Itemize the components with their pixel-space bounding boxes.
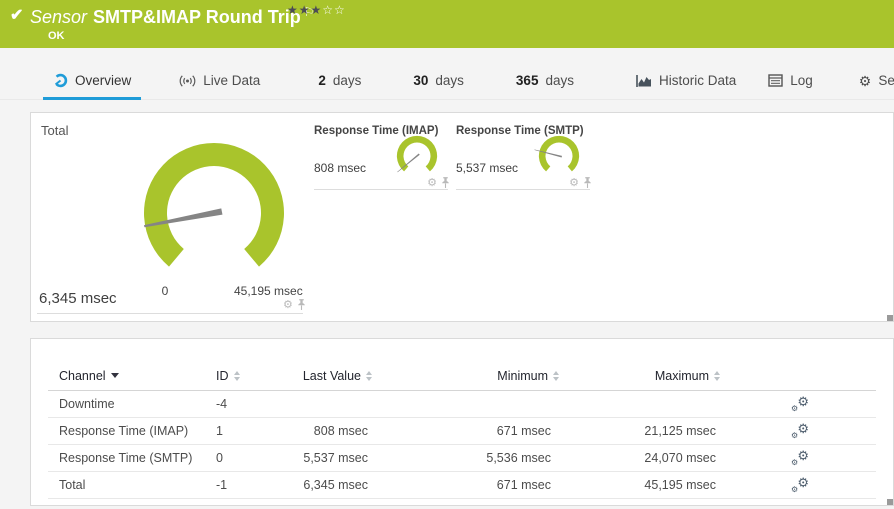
column-header-minimum[interactable]: Minimum [372, 369, 559, 383]
column-header-last-value[interactable]: Last Value [301, 369, 372, 383]
tab-label: Log [790, 73, 813, 88]
channel-settings-gears-icon[interactable]: ⚙ ⚙ [791, 449, 809, 467]
cell-last-value: 6,345 msec [303, 478, 368, 492]
divider [37, 313, 303, 314]
priority-stars-filled: ★★★ [287, 3, 323, 17]
table-header-row: Channel ID Last Value Minimum Maximum [48, 361, 876, 391]
priority-stars[interactable]: ★★★☆☆ [287, 3, 346, 17]
tab-label: days [435, 73, 464, 88]
pin-icon[interactable] [441, 177, 450, 189]
smtp-gauge-value: 5,537 msec [456, 161, 519, 175]
sort-icon [714, 370, 720, 381]
cell-last-value: 5,537 msec [303, 451, 368, 465]
cell-id: -1 [216, 478, 228, 492]
cell-minimum: 671 msec [496, 478, 551, 492]
sort-desc-icon [110, 373, 119, 378]
imap-gauge-value: 808 msec [314, 161, 367, 175]
priority-stars-empty: ☆☆ [322, 3, 346, 17]
cell-minimum: 671 msec [496, 424, 551, 438]
tab-2-days[interactable]: 2 days [308, 65, 371, 100]
table-row-response-time-smtp[interactable]: Response Time (SMTP) 0 5,537 msec 5,536 … [48, 445, 876, 472]
table-row-total[interactable]: Total -1 6,345 msec 671 msec 45,195 msec… [48, 472, 876, 499]
total-gauge [143, 142, 284, 267]
tab-label: Settings [878, 73, 894, 88]
tab-label: Historic Data [658, 73, 737, 88]
column-header-id[interactable]: ID [216, 369, 301, 383]
tab-number: 30 [413, 73, 429, 88]
cell-maximum: 21,125 msec [644, 424, 716, 438]
panel-resize-handle[interactable] [887, 315, 893, 321]
column-label: ID [216, 368, 229, 383]
total-gauge-label: Total [41, 123, 69, 138]
tab-label: days [545, 73, 574, 88]
total-gauge-min-label: 0 [161, 284, 169, 298]
pin-icon[interactable] [297, 299, 306, 311]
column-header-maximum[interactable]: Maximum [559, 369, 720, 383]
smtp-gauge-panel: Response Time (SMTP) 5,537 msec ⚙ [456, 121, 596, 199]
gear-icon: ⚙ [858, 72, 872, 89]
gauges-panel: Total 0 45,195 msec 6,345 msec ⚙ Respons… [30, 112, 894, 322]
column-label: Maximum [654, 368, 709, 383]
tab-historic-data[interactable]: Historic Data [626, 65, 746, 100]
channel-settings-gears-icon[interactable]: ⚙ ⚙ [791, 422, 809, 440]
cell-channel: Response Time (SMTP) [59, 451, 193, 465]
gauge-settings-gear-icon[interactable]: ⚙ [427, 177, 437, 189]
imap-gauge [396, 135, 438, 173]
table-row-response-time-imap[interactable]: Response Time (IMAP) 1 808 msec 671 msec… [48, 418, 876, 445]
table-row-downtime[interactable]: Downtime -4 ⚙ ⚙ [48, 391, 876, 418]
panel-resize-handle[interactable] [887, 499, 893, 505]
tab-label: Overview [75, 73, 132, 88]
tab-number: 365 [515, 73, 539, 88]
tab-30-days[interactable]: 30 days [403, 65, 474, 100]
sensor-status-badge: OK [48, 30, 65, 42]
tab-365-days[interactable]: 365 days [506, 65, 584, 100]
smtp-gauge [534, 135, 580, 172]
sensor-kind-label: Sensor [30, 7, 88, 27]
area-chart-icon [636, 74, 651, 87]
cell-id: -4 [216, 397, 228, 411]
column-label: Channel [59, 368, 106, 383]
tab-label: days [332, 73, 362, 88]
gauge-icon [53, 73, 68, 88]
tab-label: Live Data [203, 73, 261, 88]
cell-channel: Total [59, 478, 86, 492]
tab-log[interactable]: Log [758, 65, 823, 100]
column-label: Last Value [302, 368, 361, 383]
smtp-gauge-needle [534, 149, 562, 158]
status-ok-check-icon: ✔ [10, 7, 24, 24]
gauge-settings-gear-icon[interactable]: ⚙ [283, 299, 293, 311]
cell-id: 1 [216, 424, 223, 438]
sensor-header: ✔ Sensor SMTP&IMAP Round Trip ⚐ ★★★☆☆ OK [0, 0, 894, 48]
imap-gauge-panel: Response Time (IMAP) 808 msec ⚙ [314, 121, 454, 199]
divider [456, 189, 590, 190]
sort-icon [233, 370, 240, 381]
log-list-icon [768, 74, 783, 87]
tab-live-data[interactable]: Live Data [169, 65, 270, 100]
cell-id: 0 [216, 451, 223, 465]
cell-channel: Response Time (IMAP) [59, 424, 189, 438]
cell-maximum: 24,070 msec [644, 451, 716, 465]
channel-settings-gears-icon[interactable]: ⚙ ⚙ [791, 476, 809, 494]
tab-number: 2 [318, 73, 326, 88]
live-data-icon [179, 74, 196, 87]
cell-minimum: 5,536 msec [486, 451, 551, 465]
divider [314, 189, 448, 190]
cell-channel: Downtime [59, 397, 115, 411]
channel-table: Channel ID Last Value Minimum Maximum Do… [48, 361, 876, 499]
total-gauge-max-label: 45,195 msec [234, 284, 303, 298]
gauge-settings-gear-icon[interactable]: ⚙ [569, 177, 579, 189]
tab-bar: Overview Live Data 2 days 30 days 365 da… [0, 65, 894, 100]
column-header-channel[interactable]: Channel [59, 369, 216, 383]
sensor-title: SMTP&IMAP Round Trip [93, 7, 301, 27]
channel-settings-gears-icon[interactable]: ⚙ ⚙ [791, 395, 809, 413]
column-label: Minimum [497, 368, 548, 383]
cell-last-value: 808 msec [313, 424, 368, 438]
channels-panel: Channel ID Last Value Minimum Maximum Do… [30, 338, 894, 506]
total-gauge-value: 6,345 msec [39, 290, 117, 307]
pin-icon[interactable] [583, 177, 592, 189]
cell-maximum: 45,195 msec [644, 478, 716, 492]
tab-overview[interactable]: Overview [43, 65, 142, 100]
tab-settings[interactable]: ⚙ Settings [849, 65, 894, 100]
